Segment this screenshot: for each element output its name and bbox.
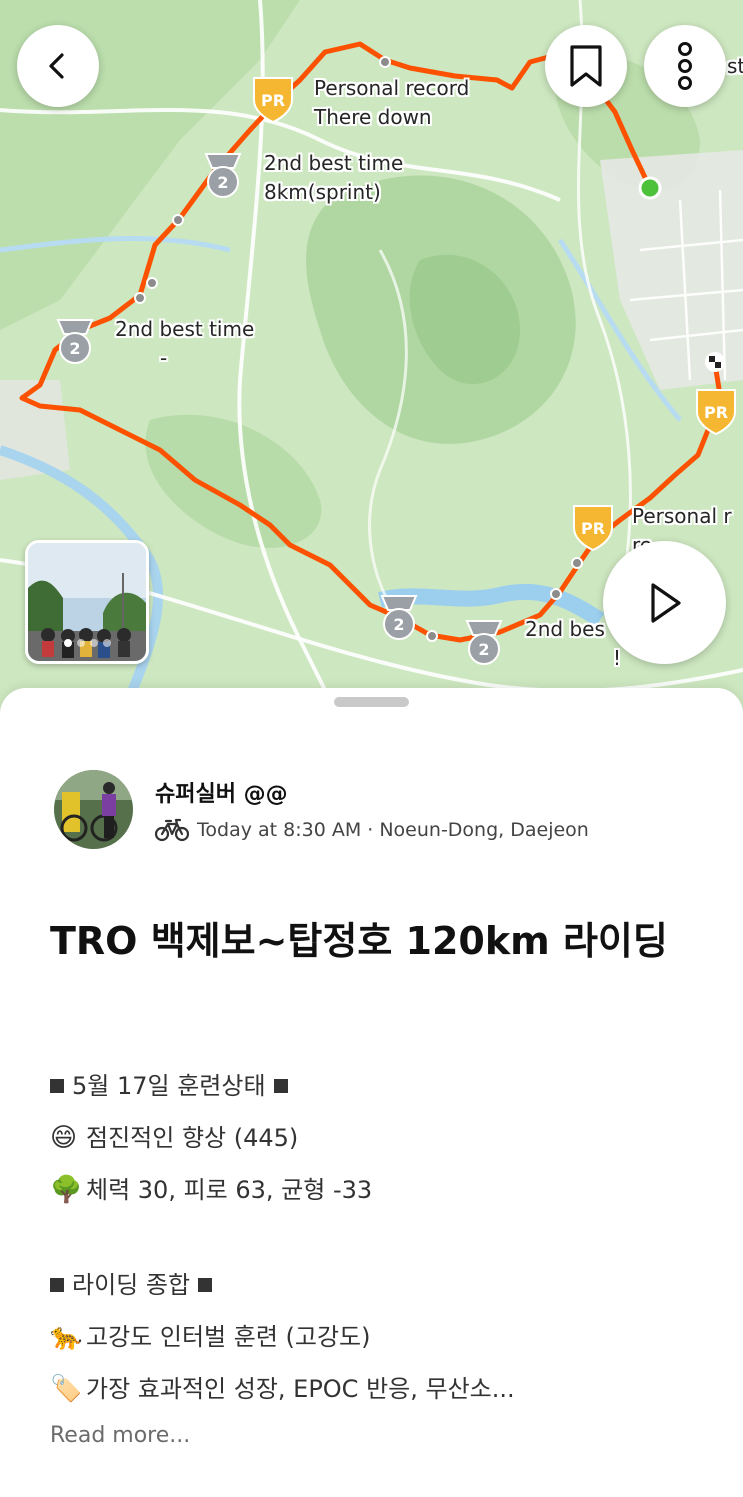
description-line: 🐆 고강도 인터벌 훈련 (고강도) <box>50 1311 710 1363</box>
map-label-corner: st <box>727 54 743 78</box>
grinning-face-icon: 😄 <box>50 1123 78 1153</box>
ride-summary-type: 고강도 인터벌 훈련 (고강도) <box>86 1323 371 1351</box>
svg-text:PR: PR <box>581 519 605 538</box>
svg-text:PR: PR <box>261 91 285 110</box>
athlete-avatar[interactable] <box>54 770 133 849</box>
pr-badge-icon: PR <box>696 389 736 436</box>
read-more-link[interactable]: Read more... <box>50 1423 190 1448</box>
square-bullet-icon <box>198 1278 213 1292</box>
second-best-badge-icon: 2 <box>204 153 242 198</box>
map-label-line: 2nd best time <box>264 151 404 175</box>
map-label-line: Personal r <box>632 504 732 528</box>
pr-badge-icon: PR <box>253 77 293 124</box>
svg-text:PR: PR <box>704 403 728 422</box>
pager-dot <box>63 639 72 647</box>
map-label-line: 8km(sprint) <box>264 180 381 204</box>
map-label-line: 2nd best time <box>115 317 255 341</box>
photo-pager-dots <box>28 639 146 647</box>
finish-marker <box>705 352 725 372</box>
svg-text:2: 2 <box>478 640 489 659</box>
training-status-fitness: 체력 30, 피로 63, 균형 -33 <box>86 1176 373 1204</box>
svg-text:2: 2 <box>393 615 404 634</box>
play-flyover-button[interactable] <box>603 541 726 664</box>
training-status-progress: 점진적인 향상 (445) <box>86 1124 299 1152</box>
ride-summary-effects: 가장 효과적인 성장, EPOC 반응, 무산소... <box>86 1375 515 1403</box>
play-icon <box>650 582 681 623</box>
pr-badge-icon: PR <box>573 505 613 552</box>
description-line: 🏷️ 가장 효과적인 성장, EPOC 반응, 무산소... <box>50 1363 710 1415</box>
more-vertical-icon <box>678 42 692 90</box>
back-icon <box>49 53 64 79</box>
more-options-button[interactable] <box>644 25 726 107</box>
route-map[interactable]: PR 2 2 PR PR 2 2 Personal record There d… <box>0 0 743 720</box>
description-line: 🌳 체력 30, 피로 63, 균형 -33 <box>50 1164 710 1216</box>
pager-dot <box>102 639 111 647</box>
square-bullet-icon <box>50 1278 64 1292</box>
activity-date-location: Today at 8:30 AM · Noeun-Dong, Daejeon <box>197 819 589 841</box>
avatar-image <box>54 770 133 849</box>
training-status-header: 5월 17일 훈련상태 <box>72 1072 266 1100</box>
bookmark-icon <box>570 45 602 87</box>
pager-dot <box>89 639 98 647</box>
activity-description: 5월 17일 훈련상태 😄 점진적인 향상 (445) 🌳 체력 30, 피로 … <box>50 1060 710 1415</box>
description-line: 😄 점진적인 향상 (445) <box>50 1112 710 1164</box>
activity-meta: Today at 8:30 AM · Noeun-Dong, Daejeon <box>155 818 589 842</box>
second-best-badge-icon: 2 <box>56 319 94 364</box>
map-label-line: ! <box>613 646 622 670</box>
sheet-drag-handle[interactable] <box>334 697 409 707</box>
pager-dot <box>76 639 85 647</box>
square-bullet-icon <box>50 1079 64 1093</box>
label-tag-icon: 🏷️ <box>50 1374 83 1404</box>
second-best-badge-icon: 2 <box>465 620 503 665</box>
map-label-line: There down <box>314 105 432 129</box>
second-best-badge-icon: 2 <box>380 595 418 640</box>
activity-photo-thumbnail[interactable] <box>25 540 149 664</box>
description-line: 라이딩 종합 <box>50 1259 710 1311</box>
map-label-second-top: 2nd best time 8km(sprint) <box>264 149 403 207</box>
athlete-name[interactable]: 슈퍼실버 @@ <box>155 776 288 808</box>
map-label-second-left: 2nd best time - <box>115 315 254 373</box>
map-label-line: - <box>160 346 168 370</box>
bike-icon <box>155 818 189 842</box>
square-bullet-icon <box>273 1079 288 1093</box>
tree-icon: 🌳 <box>50 1175 83 1205</box>
svg-text:2: 2 <box>217 173 228 192</box>
ride-summary-header: 라이딩 종합 <box>72 1271 191 1299</box>
leopard-icon: 🐆 <box>50 1322 83 1352</box>
svg-text:2: 2 <box>69 339 80 358</box>
back-button[interactable] <box>17 25 99 107</box>
activity-details-sheet: 슈퍼실버 @@ Today at 8:30 AM · Noeun-Dong, D… <box>0 688 743 1497</box>
map-label-line: Personal record <box>314 76 470 100</box>
activity-title: TRO 백제보~탑정호 120km 라이딩 <box>50 919 668 963</box>
bookmark-button[interactable] <box>545 25 627 107</box>
start-marker <box>638 176 662 200</box>
description-line: 5월 17일 훈련상태 <box>50 1060 710 1112</box>
map-label-pr-top: Personal record There down <box>314 74 469 132</box>
